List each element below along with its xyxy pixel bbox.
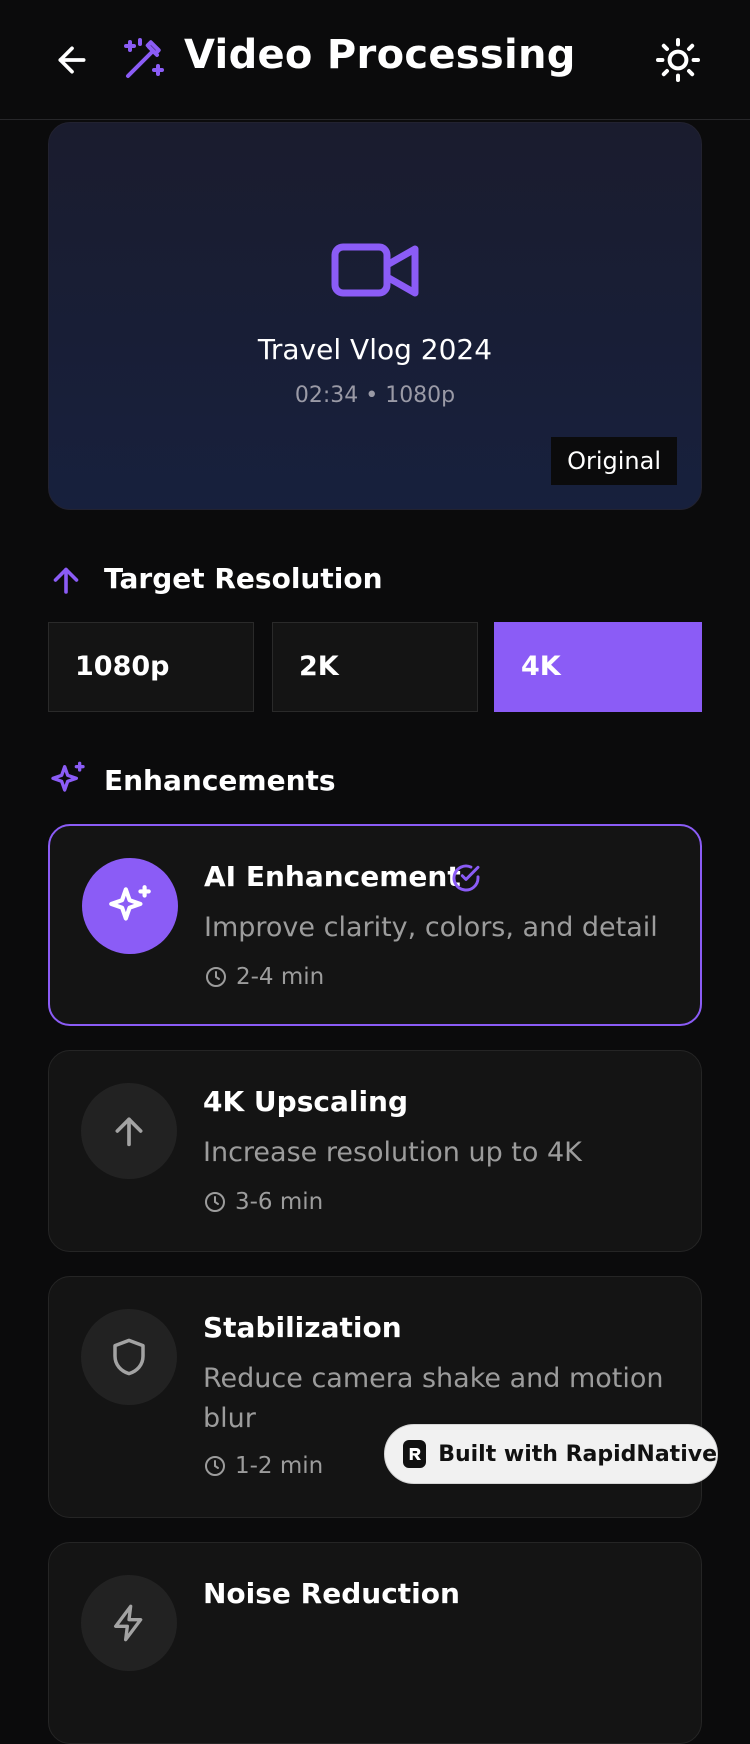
enhancement-time: 2-4 min xyxy=(204,964,324,990)
clock-icon xyxy=(205,1456,225,1476)
enhancement-description: Improve clarity, colors, and detail xyxy=(204,912,658,943)
app-header: Video Processing xyxy=(0,0,750,120)
sparkles-icon xyxy=(109,885,151,921)
ai-icon-circle xyxy=(82,858,178,954)
video-preview-card[interactable]: Travel Vlog 2024 02:34 • 1080p Original xyxy=(48,122,702,510)
enhancements-title: Enhancements xyxy=(104,764,336,797)
stabilization-icon-circle xyxy=(81,1309,177,1405)
clock-icon xyxy=(206,967,226,987)
original-badge: Original xyxy=(551,437,677,485)
upscaling-icon-circle xyxy=(81,1083,177,1179)
resolution-option-4k[interactable]: 4K xyxy=(494,622,702,712)
enhancement-title: AI Enhancement xyxy=(204,860,461,893)
enhancement-description: Increase resolution up to 4K xyxy=(203,1137,582,1168)
arrow-up-icon xyxy=(115,1117,143,1147)
enhancement-time: 1-2 min xyxy=(203,1453,323,1479)
time-label: 2-4 min xyxy=(236,964,325,990)
shield-icon xyxy=(113,1338,145,1376)
zap-icon xyxy=(114,1604,143,1642)
noise-icon-circle xyxy=(81,1575,177,1671)
time-label: 3-6 min xyxy=(235,1189,324,1215)
video-name: Travel Vlog 2024 xyxy=(257,333,493,366)
sun-icon[interactable] xyxy=(654,36,702,84)
sparkles-icon xyxy=(51,761,85,792)
enhancement-card-noise-reduction[interactable]: Noise Reduction xyxy=(48,1542,702,1744)
arrow-left-icon[interactable] xyxy=(52,40,92,80)
arrow-up-icon xyxy=(53,567,79,594)
built-with-label: Built with RapidNative xyxy=(438,1441,717,1467)
resolution-option-2k[interactable]: 2K xyxy=(272,622,478,712)
clock-icon xyxy=(205,1192,225,1212)
enhancement-title: 4K Upscaling xyxy=(203,1085,409,1118)
time-label: 1-2 min xyxy=(235,1453,324,1479)
target-resolution-title: Target Resolution xyxy=(104,562,383,595)
built-with-badge[interactable]: Built with RapidNative xyxy=(384,1424,718,1484)
video-meta: 02:34 • 1080p xyxy=(294,383,456,408)
resolution-option-1080p[interactable]: 1080p xyxy=(48,622,254,712)
enhancement-card-ai[interactable]: AI Enhancement Improve clarity, colors, … xyxy=(48,824,702,1026)
enhancement-title: Stabilization xyxy=(203,1311,402,1344)
magic-wand-icon xyxy=(124,38,164,78)
enhancement-time: 3-6 min xyxy=(203,1189,323,1215)
rapidnative-logo-icon xyxy=(403,1440,427,1468)
page-title: Video Processing xyxy=(184,32,576,78)
enhancement-title: Noise Reduction xyxy=(203,1577,460,1610)
check-circle-icon xyxy=(452,864,480,892)
video-camera-icon xyxy=(331,243,419,297)
enhancement-card-upscaling[interactable]: 4K Upscaling Increase resolution up to 4… xyxy=(48,1050,702,1252)
